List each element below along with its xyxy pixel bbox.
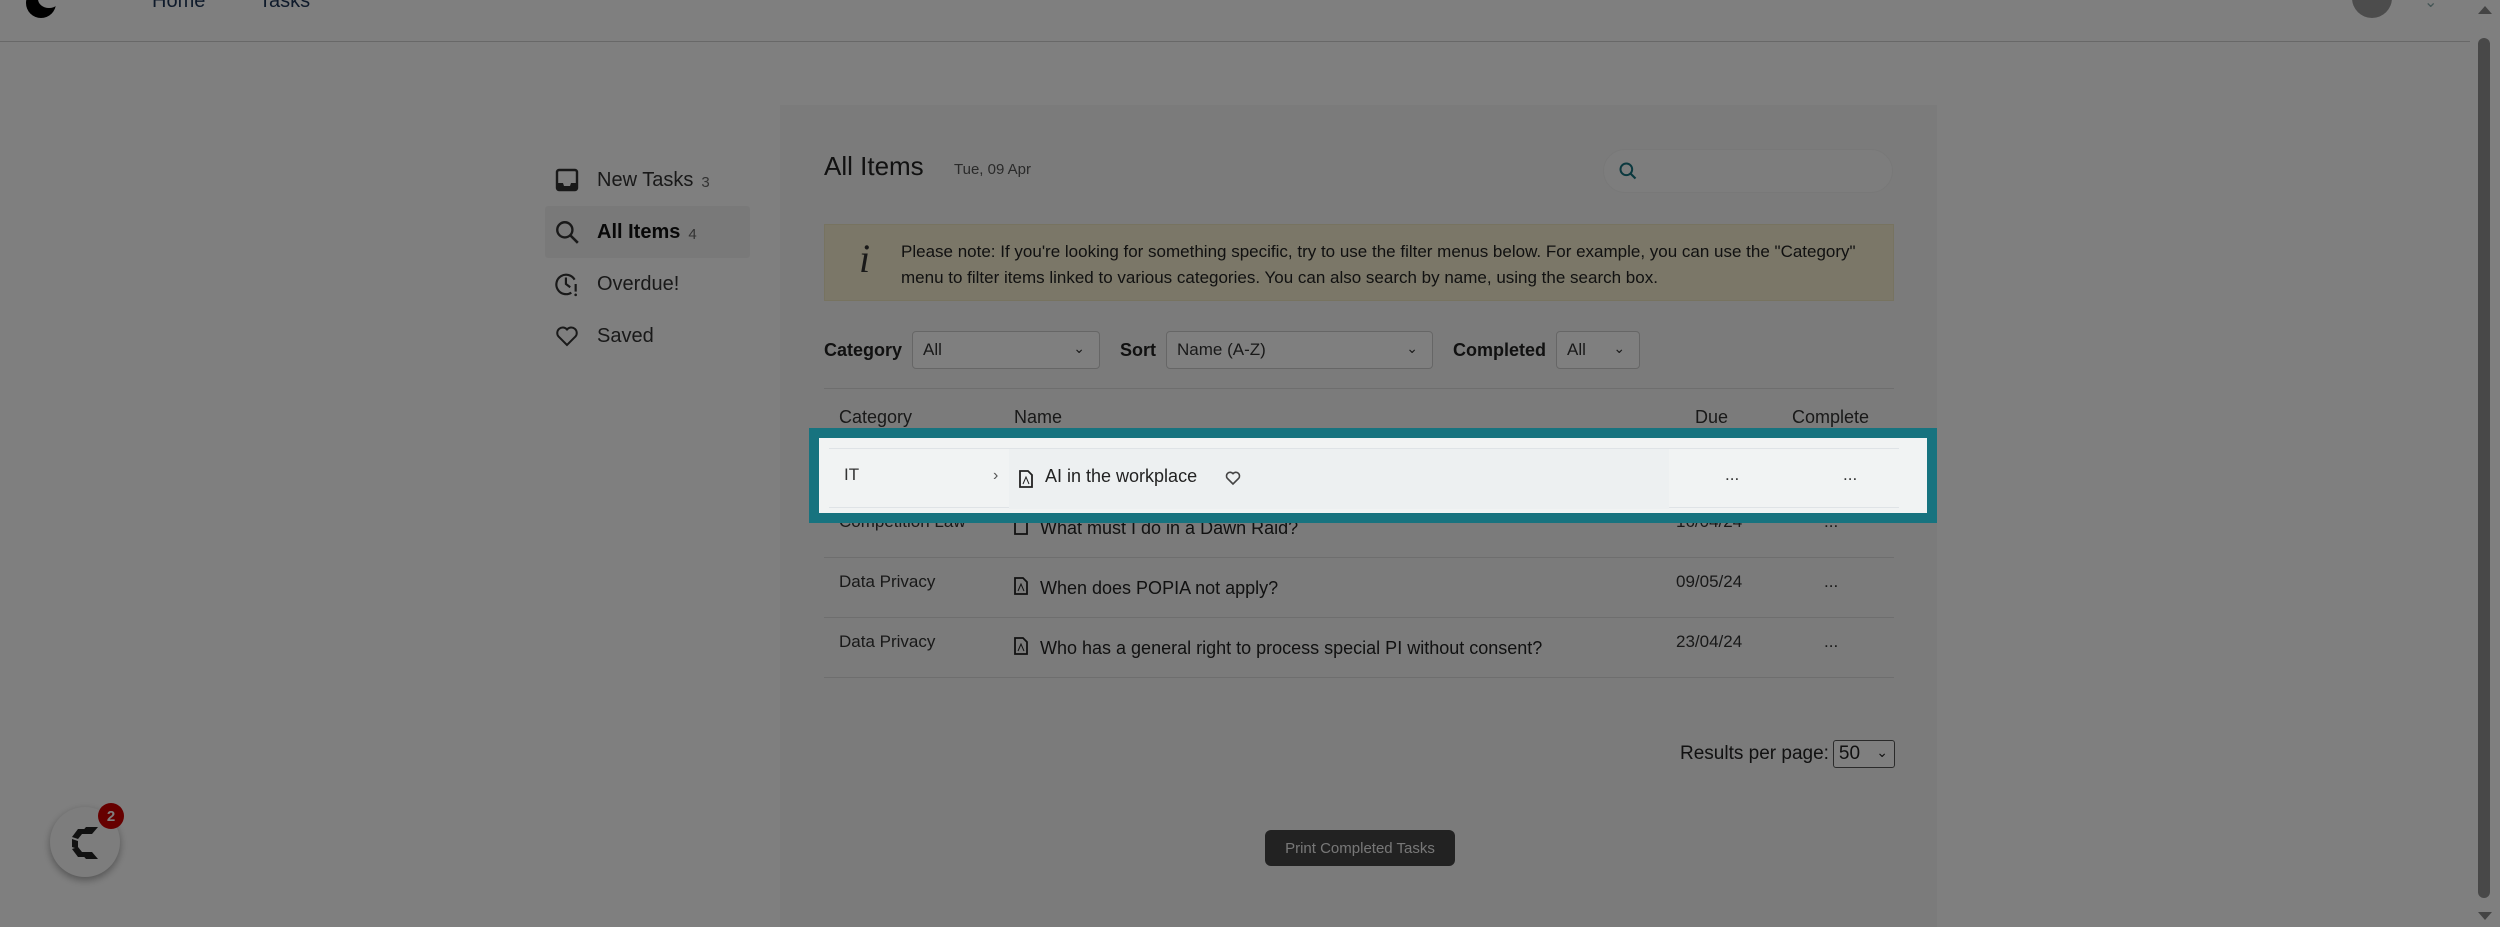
inbox-icon xyxy=(553,166,581,194)
search-icon xyxy=(1618,161,1638,186)
row-category: IT xyxy=(844,465,860,484)
pdf-icon xyxy=(1014,576,1028,600)
search-icon xyxy=(553,218,581,246)
row-category: Data Privacy xyxy=(839,632,936,651)
page-title: All Items xyxy=(824,151,924,181)
results-per-page-select[interactable]: 50 ⌄ xyxy=(1832,740,1895,768)
results-per-page-value: 50 xyxy=(1838,743,1861,764)
pdf-icon xyxy=(1014,636,1028,660)
row-category: Data Privacy xyxy=(839,572,936,591)
divider xyxy=(824,388,1894,389)
column-header-name[interactable]: Name xyxy=(1014,407,1062,428)
completed-filter-label: Completed xyxy=(1453,339,1547,360)
sidebar: New Tasks 3 All Items 4 Overdue! Saved xyxy=(545,154,750,362)
logo-icon[interactable] xyxy=(26,0,60,18)
sidebar-item-label: Overdue! xyxy=(597,272,680,295)
nav-home[interactable]: Home xyxy=(152,0,205,13)
row-name-link[interactable]: AI in the workplace xyxy=(1045,466,1197,487)
sidebar-item-label: New Tasks xyxy=(597,168,694,191)
category-select[interactable]: All ⌄ xyxy=(912,331,1101,369)
heart-icon[interactable] xyxy=(1225,470,1241,491)
sidebar-item-count: 4 xyxy=(688,225,697,243)
column-header-complete[interactable]: Complete xyxy=(1792,407,1869,428)
sort-select[interactable]: Name (A-Z) ⌄ xyxy=(1166,331,1434,369)
row-complete[interactable]: ... xyxy=(1843,465,1857,485)
sidebar-item-label: All Items xyxy=(597,220,681,243)
page-scrollbar[interactable] xyxy=(2470,0,2500,927)
notification-badge: 2 xyxy=(98,803,124,829)
chat-launcher-button[interactable]: 2 xyxy=(50,803,124,877)
sidebar-item-count: 3 xyxy=(701,173,710,191)
table-row[interactable]: Data Privacy When does POPIA not apply? … xyxy=(824,558,1894,618)
chevron-down-icon: ⌄ xyxy=(1876,744,1888,760)
info-notice: i Please note: If you're looking for som… xyxy=(824,224,1894,301)
category-select-value: All xyxy=(923,340,942,359)
highlighted-table-row[interactable]: IT › AI in the workplace ... ... xyxy=(809,428,1937,523)
column-header-due[interactable]: Due xyxy=(1695,407,1728,428)
table-row[interactable]: Data Privacy Who has a general right to … xyxy=(824,618,1894,678)
expand-chevron-icon[interactable]: › xyxy=(993,467,998,485)
results-per-page: Results per page: 50 ⌄ xyxy=(1680,740,1895,768)
search-box[interactable] xyxy=(1603,149,1893,193)
row-complete[interactable]: ... xyxy=(1824,572,1838,592)
sidebar-item-saved[interactable]: Saved xyxy=(545,310,750,362)
info-icon: i xyxy=(859,236,871,281)
completed-select[interactable]: All ⌄ xyxy=(1556,331,1641,369)
sidebar-item-overdue[interactable]: Overdue! xyxy=(545,258,750,310)
chevron-down-icon: ⌄ xyxy=(1613,340,1626,356)
results-per-page-label: Results per page: xyxy=(1680,743,1829,764)
search-input[interactable] xyxy=(1648,158,1878,186)
scroll-down-arrow-icon[interactable] xyxy=(2478,912,2492,920)
chevron-down-icon[interactable]: ⌄ xyxy=(2424,0,2437,12)
row-complete[interactable]: ... xyxy=(1824,632,1838,652)
notice-text: Please note: If you're looking for somet… xyxy=(901,242,1856,287)
row-due: ... xyxy=(1725,465,1740,484)
sidebar-item-new-tasks[interactable]: New Tasks 3 xyxy=(545,154,750,206)
top-navbar: Home Tasks ⌄ xyxy=(0,0,2470,42)
sidebar-item-all-items[interactable]: All Items 4 xyxy=(545,206,750,258)
row-due: 23/04/24 xyxy=(1676,632,1743,651)
chevron-down-icon: ⌄ xyxy=(1073,340,1086,356)
category-filter-label: Category xyxy=(824,339,903,360)
column-header-category[interactable]: Category xyxy=(839,407,912,428)
scrollbar-thumb[interactable] xyxy=(2478,38,2490,898)
sidebar-item-label: Saved xyxy=(597,324,654,347)
sort-filter-label: Sort xyxy=(1120,339,1157,360)
sort-select-value: Name (A-Z) xyxy=(1177,340,1266,359)
chevron-down-icon: ⌄ xyxy=(1406,340,1419,356)
clock-alert-icon xyxy=(553,270,581,298)
pdf-icon xyxy=(1019,470,1033,493)
heart-icon xyxy=(553,322,581,350)
row-name-link[interactable]: When does POPIA not apply? xyxy=(1040,578,1278,599)
avatar[interactable] xyxy=(2352,0,2392,26)
completed-select-value: All xyxy=(1567,340,1586,359)
print-completed-tasks-button[interactable]: Print Completed Tasks xyxy=(1265,830,1455,866)
scroll-up-arrow-icon[interactable] xyxy=(2478,6,2492,14)
filter-bar: Category All ⌄ Sort Name (A-Z) ⌄ Complet… xyxy=(824,330,1660,370)
row-name-link[interactable]: Who has a general right to process speci… xyxy=(1040,638,1542,659)
nav-tasks[interactable]: Tasks xyxy=(259,0,310,13)
row-due: 09/05/24 xyxy=(1676,572,1743,591)
page-date: Tue, 09 Apr xyxy=(954,161,1031,178)
